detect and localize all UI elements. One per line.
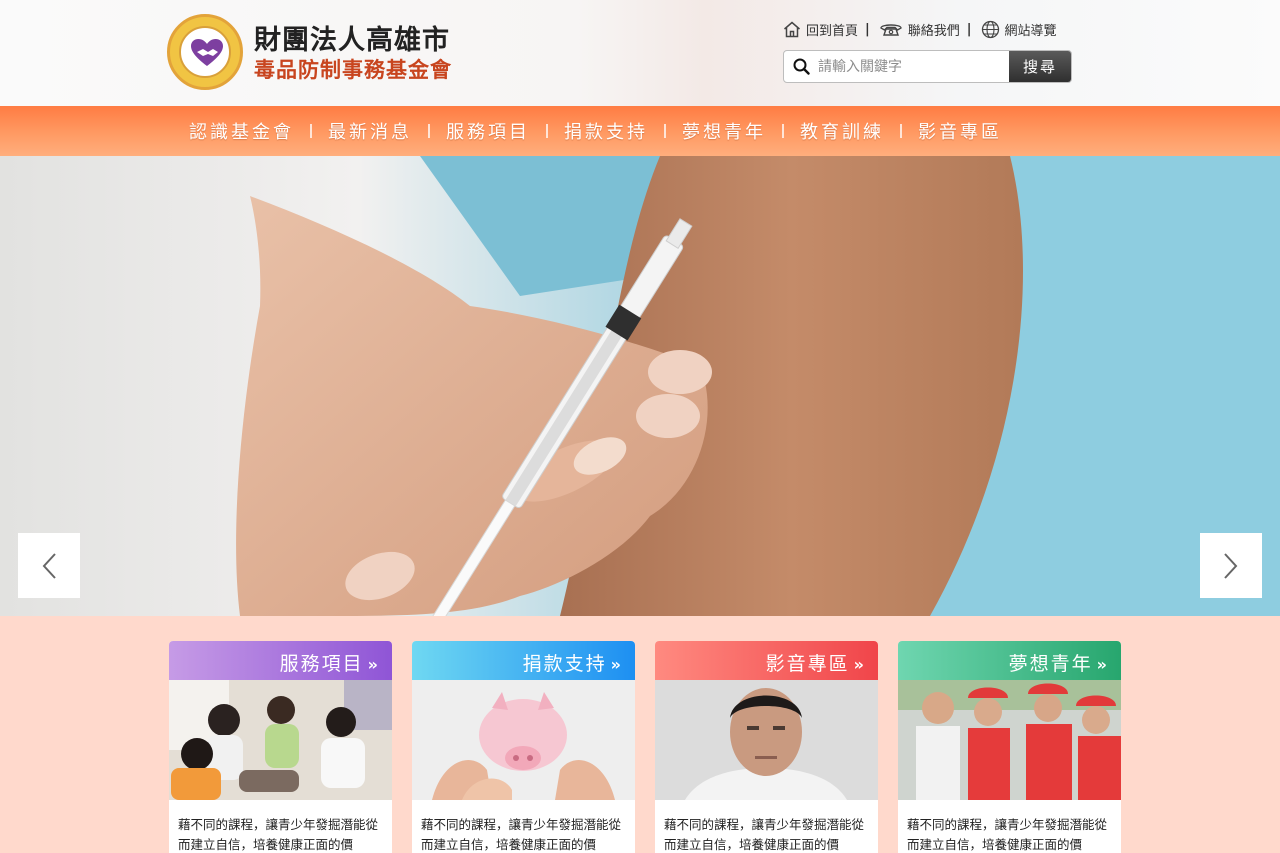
site-logo[interactable]: 財團法人高雄市 毒品防制事務基金會 bbox=[167, 14, 457, 92]
search-input[interactable] bbox=[818, 51, 1009, 82]
contact-link[interactable]: 聯絡我們 bbox=[879, 20, 960, 39]
home-link-label: 回到首頁 bbox=[806, 23, 859, 39]
site-header: 財團法人高雄市 毒品防制事務基金會 回到首頁 | 聯絡我們 | 網站導覽 請輸入… bbox=[0, 0, 1280, 106]
next-slide-button[interactable] bbox=[1200, 533, 1262, 598]
contact-link-label: 聯絡我們 bbox=[907, 23, 960, 39]
card-title: 夢想青年 bbox=[1008, 653, 1093, 675]
hero-image bbox=[236, 156, 1280, 616]
card-image bbox=[898, 680, 1121, 800]
card-title: 服務項目 bbox=[279, 653, 364, 675]
nav-item-news[interactable]: 最新消息 bbox=[312, 118, 428, 144]
card-description: 藉不同的課程，讓青少年發掘潛能從而建立自信，培養健康正面的價 bbox=[664, 817, 865, 852]
card-header[interactable]: 捐款支持» bbox=[412, 641, 635, 680]
search-button[interactable]: 搜尋 bbox=[1009, 51, 1071, 82]
card-header[interactable]: 服務項目» bbox=[169, 641, 392, 680]
site-title: 財團法人高雄市 bbox=[254, 25, 450, 56]
nav-item-services[interactable]: 服務項目 bbox=[430, 118, 546, 144]
nav-item-about[interactable]: 認識基金會 bbox=[173, 118, 310, 144]
card-image bbox=[169, 680, 392, 800]
card-dream-youth[interactable]: 夢想青年» 藉不同的課程，讓青少年發掘潛能從而建立自信，培養健康正面的價 bbox=[898, 641, 1121, 853]
sitemap-link[interactable]: 網站導覽 bbox=[981, 20, 1057, 39]
search-bar: 搜尋 bbox=[783, 50, 1072, 83]
nav-item-dream-youth[interactable]: 夢想青年 bbox=[666, 118, 782, 144]
foundation-seal bbox=[167, 14, 243, 90]
chevron-left-icon bbox=[42, 552, 56, 579]
nav-item-training[interactable]: 教育訓練 bbox=[784, 118, 900, 144]
search-icon bbox=[784, 51, 818, 82]
card-services[interactable]: 服務項目» 藉不同的課程，讓青少年發掘潛能從而建立自信，培養健康正面的價 bbox=[169, 641, 392, 853]
card-donate[interactable]: 捐款支持» 藉不同的課程，讓青少年發掘潛能從而建立自信，培養健康正面的價 bbox=[412, 641, 635, 853]
card-header[interactable]: 影音專區» bbox=[655, 641, 878, 680]
phone-icon bbox=[880, 24, 902, 36]
card-image bbox=[412, 680, 635, 800]
nav-item-donate[interactable]: 捐款支持 bbox=[548, 118, 664, 144]
site-subtitle: 毒品防制事務基金會 bbox=[254, 57, 452, 82]
sitemap-link-label: 網站導覽 bbox=[1004, 23, 1057, 39]
nav-item-media[interactable]: 影音專區 bbox=[902, 118, 1018, 144]
card-description: 藉不同的課程，讓青少年發掘潛能從而建立自信，培養健康正面的價 bbox=[907, 817, 1108, 852]
heart-handshake-icon bbox=[191, 39, 223, 66]
card-description: 藉不同的課程，讓青少年發掘潛能從而建立自信，培養健康正面的價 bbox=[421, 817, 622, 852]
double-chevron-icon: » bbox=[853, 655, 866, 674]
globe-icon bbox=[981, 20, 999, 38]
card-title: 捐款支持 bbox=[522, 653, 607, 675]
double-chevron-icon: » bbox=[367, 655, 380, 674]
home-icon bbox=[784, 21, 800, 37]
main-nav: 認識基金會 最新消息 服務項目 捐款支持 夢想青年 教育訓練 影音專區 bbox=[0, 106, 1280, 156]
divider: | bbox=[865, 21, 870, 37]
divider: | bbox=[966, 21, 972, 37]
feature-cards: 服務項目» 藉不同的課程，讓青少年發掘潛能從而建立自信，培養健康正面的價 捐款支… bbox=[169, 641, 1121, 853]
double-chevron-icon: » bbox=[610, 655, 623, 674]
prev-slide-button[interactable] bbox=[18, 533, 80, 598]
top-links: 回到首頁 | 聯絡我們 | 網站導覽 bbox=[783, 18, 1057, 40]
card-description: 藉不同的課程，讓青少年發掘潛能從而建立自信，培養健康正面的價 bbox=[178, 817, 379, 852]
card-header[interactable]: 夢想青年» bbox=[898, 641, 1121, 680]
chevron-right-icon bbox=[1224, 552, 1238, 579]
card-title: 影音專區 bbox=[765, 653, 850, 675]
hero-banner bbox=[0, 156, 1280, 616]
home-link[interactable]: 回到首頁 bbox=[783, 20, 858, 39]
card-image bbox=[655, 680, 878, 800]
double-chevron-icon: » bbox=[1096, 655, 1109, 674]
card-media[interactable]: 影音專區» 藉不同的課程，讓青少年發掘潛能從而建立自信，培養健康正面的價 bbox=[655, 641, 878, 853]
